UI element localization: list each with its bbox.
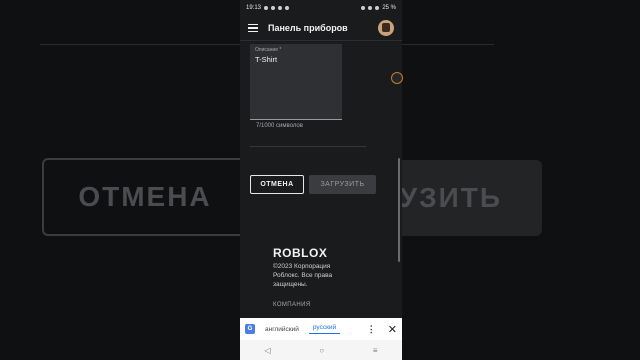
wifi-icon — [375, 6, 380, 10]
messenger-icon — [271, 6, 276, 10]
description-field[interactable]: Описание * T-Shirt — [250, 44, 342, 120]
google-translate-icon: G — [245, 324, 255, 334]
language-option-russian[interactable]: русский — [308, 324, 341, 334]
form-divider — [250, 146, 366, 147]
app-bar: Панель приборов — [240, 16, 402, 40]
menu-icon[interactable] — [248, 23, 258, 33]
status-bar: 19:13 25 % — [240, 0, 402, 16]
back-icon[interactable]: ◁ — [264, 346, 270, 355]
close-icon[interactable]: ✕ — [388, 323, 397, 336]
recents-icon[interactable]: ≡ — [373, 346, 378, 355]
avatar[interactable] — [378, 20, 394, 36]
page-title: Панель приборов — [268, 23, 348, 33]
home-icon[interactable]: ○ — [319, 346, 324, 355]
translate-bar: G английский русский ⋮ ✕ — [240, 318, 402, 340]
background-divider-left — [40, 44, 240, 45]
more-options-icon[interactable]: ⋮ — [367, 324, 376, 335]
telegram-icon — [278, 6, 283, 10]
phone-screen: 19:13 25 % Панель приборов Описание * T-… — [240, 0, 402, 360]
roblox-logo: ROBLOX — [273, 246, 328, 260]
more-notifications-icon — [285, 6, 290, 10]
cancel-button[interactable]: ОТМЕНА — [250, 175, 304, 194]
character-counter: 7/1000 символов — [256, 123, 303, 129]
description-input[interactable]: T-Shirt — [255, 55, 337, 64]
background-divider-right — [402, 44, 494, 45]
alarm-icon — [361, 6, 366, 10]
battery-level: 25 % — [382, 5, 396, 11]
scrollbar[interactable] — [398, 158, 400, 262]
app-bar-divider — [240, 40, 402, 41]
notification-icon — [264, 6, 269, 10]
copyright-text: ©2023 Корпорация Роблокс. Все права защи… — [273, 263, 333, 288]
floating-bubble-icon[interactable] — [391, 72, 403, 84]
signal-icon — [368, 6, 373, 10]
language-option-english[interactable]: английский — [261, 326, 303, 333]
system-nav-bar: ◁ ○ ≡ — [240, 340, 402, 360]
status-time: 19:13 — [246, 5, 262, 11]
background-cancel-button: ОТМЕНА — [42, 158, 248, 236]
video-frame: ОТМЕНА УЗИТЬ 19:13 25 % Панель приборов — [0, 0, 640, 360]
upload-button[interactable]: ЗАГРУЗИТЬ — [309, 175, 376, 194]
footer-company-link[interactable]: КОМПАНИЯ — [273, 302, 311, 308]
description-label: Описание * — [255, 47, 282, 53]
